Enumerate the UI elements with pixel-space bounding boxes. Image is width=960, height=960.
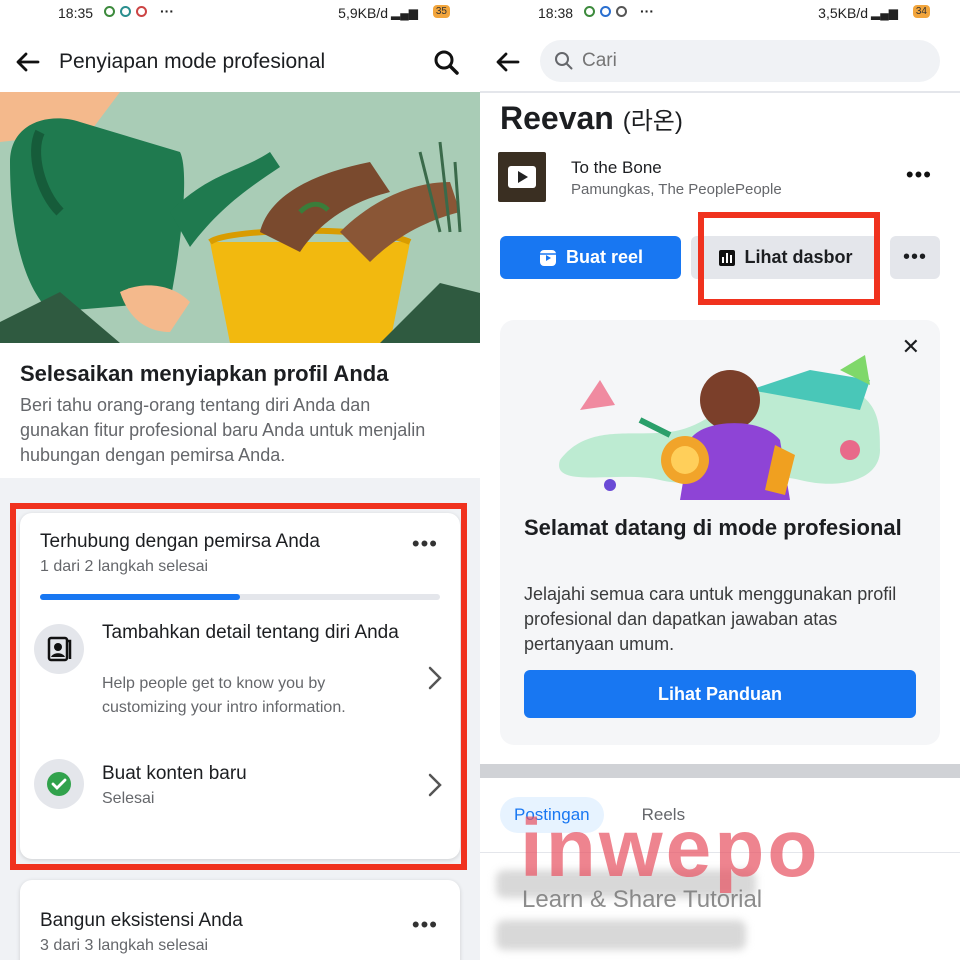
setup-title: Selesaikan menyiapkan profil Anda	[20, 361, 389, 386]
play-icon	[508, 166, 536, 188]
more-options-button[interactable]: •••	[412, 914, 438, 936]
highlight-box	[10, 503, 467, 870]
battery-icon: 35	[432, 5, 450, 18]
reel-icon	[539, 249, 556, 266]
build-presence-card: Bangun eksistensi Anda 3 dari 3 langkah …	[20, 880, 460, 960]
back-arrow-icon[interactable]	[14, 48, 42, 76]
page-title: Penyiapan mode profesional	[59, 50, 326, 73]
tab-reels[interactable]: Reels	[628, 797, 699, 833]
status-time: 18:38	[538, 5, 574, 21]
search-bar[interactable]	[540, 40, 940, 82]
content-tabs: Postingan Reels	[500, 795, 699, 835]
tab-posts[interactable]: Postingan	[500, 797, 604, 833]
battery-icon: 34	[912, 5, 930, 18]
network-speed: 3,5KB/d	[818, 5, 868, 21]
divider	[480, 91, 960, 93]
close-icon[interactable]: ✕	[902, 334, 920, 360]
blurred-content	[496, 920, 746, 950]
welcome-card: ✕ Selamat datang di mode profesional Jel…	[500, 320, 940, 745]
highlight-box	[698, 212, 880, 305]
right-screen: 18:38 ··· 3,5KB/d ▂▄▆ 34 Reevan (라온) To …	[480, 0, 960, 960]
music-more-button[interactable]: •••	[906, 164, 932, 186]
song-artist: Pamungkas, The PeoplePeople	[571, 181, 782, 198]
header: Penyiapan mode profesional	[0, 40, 480, 84]
left-screen: 18:35 ··· 5,9KB/d ▂▄▆ 35 Penyiapan mode …	[0, 0, 480, 960]
profile-name-text: Reevan	[500, 100, 614, 136]
profile-more-button[interactable]: •••	[890, 236, 940, 279]
back-arrow-icon[interactable]	[494, 48, 522, 76]
notification-icons: ···	[104, 3, 174, 19]
song-title: To the Bone	[571, 158, 662, 177]
welcome-illustration	[559, 355, 880, 500]
signal-icon: ▂▄▆	[391, 6, 418, 20]
setup-description: Beri tahu orang-orang tentang diri Anda …	[20, 395, 426, 465]
welcome-description: Jelajahi semua cara untuk menggunakan pr…	[524, 584, 897, 654]
section-divider	[480, 764, 960, 778]
hero-illustration	[0, 92, 480, 343]
status-bar: 18:35 ··· 5,9KB/d ▂▄▆ 35	[0, 0, 480, 26]
search-input[interactable]	[582, 48, 922, 74]
view-guide-button[interactable]: Lihat Panduan	[524, 670, 916, 718]
card-title: Bangun eksistensi Anda	[40, 910, 243, 931]
watering-can-illustration	[0, 92, 480, 343]
search-icon	[555, 52, 573, 70]
notification-icons: ···	[584, 3, 654, 19]
status-bar: 18:38 ··· 3,5KB/d ▂▄▆ 34	[480, 0, 960, 26]
card-progress-text: 3 dari 3 langkah selesai	[40, 937, 209, 954]
status-time: 18:35	[58, 5, 94, 21]
welcome-title: Selamat datang di mode profesional	[524, 515, 902, 540]
network-speed: 5,9KB/d	[338, 5, 388, 21]
create-reel-label: Buat reel	[565, 247, 644, 267]
profile-name: Reevan (라온)	[500, 100, 683, 137]
music-thumbnail[interactable]	[498, 152, 546, 202]
create-reel-button[interactable]: Buat reel	[500, 236, 681, 279]
signal-icon: ▂▄▆	[871, 6, 898, 20]
search-icon[interactable]	[432, 48, 460, 76]
divider	[480, 852, 960, 853]
blurred-content	[496, 870, 756, 898]
profile-alt-name: (라온)	[622, 108, 683, 135]
